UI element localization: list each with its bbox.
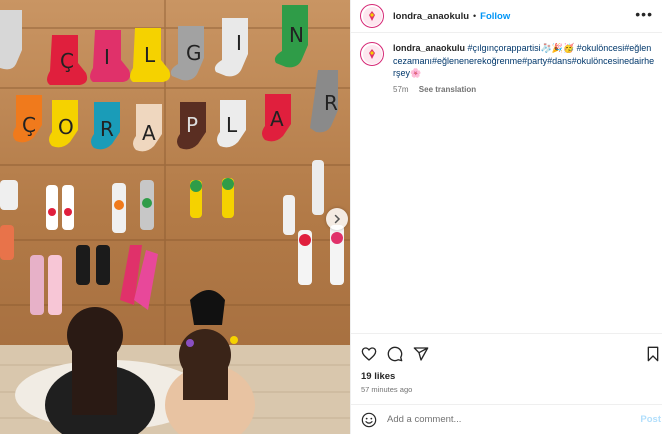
heart-icon[interactable] bbox=[361, 346, 377, 362]
photo-letter: R bbox=[100, 117, 114, 141]
photo-letter: L bbox=[144, 43, 156, 67]
comment-input[interactable] bbox=[387, 414, 627, 425]
post-comment-button[interactable]: Post bbox=[640, 414, 661, 425]
post-photo[interactable]: Ç I L G I N Ç O R A P L A R bbox=[0, 0, 350, 434]
caption-meta: 57m See translation bbox=[393, 85, 655, 94]
photo-letter: G bbox=[186, 41, 202, 65]
photo-letter: O bbox=[58, 115, 74, 139]
photo-letter: Ç bbox=[60, 49, 74, 73]
caption-username[interactable]: londra_anaokulu bbox=[393, 43, 465, 53]
more-icon: ••• bbox=[635, 6, 653, 22]
post-caption: londra_anaokulu #çılgınçorappartisi🧦🎉🥳 #… bbox=[360, 42, 656, 94]
carousel-next-icon bbox=[334, 214, 341, 224]
post-photo-image: Ç I L G I N Ç O R A P L A R bbox=[0, 0, 350, 434]
carousel-next-button[interactable] bbox=[326, 208, 348, 230]
photo-letter: R bbox=[324, 91, 338, 115]
caption-time: 57m bbox=[393, 84, 409, 94]
save-icon[interactable] bbox=[645, 346, 661, 362]
caption-text: londra_anaokulu #çılgınçorappartisi🧦🎉🥳 #… bbox=[393, 42, 655, 80]
see-translation-link[interactable]: See translation bbox=[419, 85, 476, 94]
post-header: londra_anaokulu • Follow ••• bbox=[351, 0, 662, 33]
photo-letter: P bbox=[186, 113, 198, 137]
header-username[interactable]: londra_anaokulu bbox=[393, 11, 469, 22]
photo-letter: A bbox=[142, 121, 156, 145]
photo-letter: L bbox=[226, 113, 238, 137]
likes-count[interactable]: 19 likes bbox=[361, 371, 395, 382]
header-separator: • bbox=[473, 11, 477, 21]
avatar[interactable] bbox=[360, 4, 384, 28]
photo-letter: Ç bbox=[22, 113, 36, 137]
post-timestamp: 57 minutes ago bbox=[361, 385, 413, 394]
photo-letter: A bbox=[270, 107, 284, 131]
emoji-icon[interactable] bbox=[361, 412, 377, 428]
photo-letter: I bbox=[104, 45, 110, 69]
photo-letter: I bbox=[236, 31, 242, 55]
caption-avatar[interactable] bbox=[360, 42, 384, 66]
more-options-button[interactable]: ••• bbox=[635, 7, 653, 21]
photo-letter: N bbox=[289, 23, 304, 47]
comment-icon[interactable] bbox=[387, 346, 403, 362]
share-icon[interactable] bbox=[413, 346, 429, 362]
follow-button[interactable]: Follow bbox=[480, 11, 510, 22]
comment-bar: Post bbox=[351, 404, 662, 434]
avatar-logo-icon bbox=[362, 44, 382, 64]
action-bar bbox=[351, 333, 662, 373]
avatar-logo-icon bbox=[362, 6, 382, 26]
post-sidebar: londra_anaokulu • Follow ••• londra_anao… bbox=[350, 0, 662, 434]
